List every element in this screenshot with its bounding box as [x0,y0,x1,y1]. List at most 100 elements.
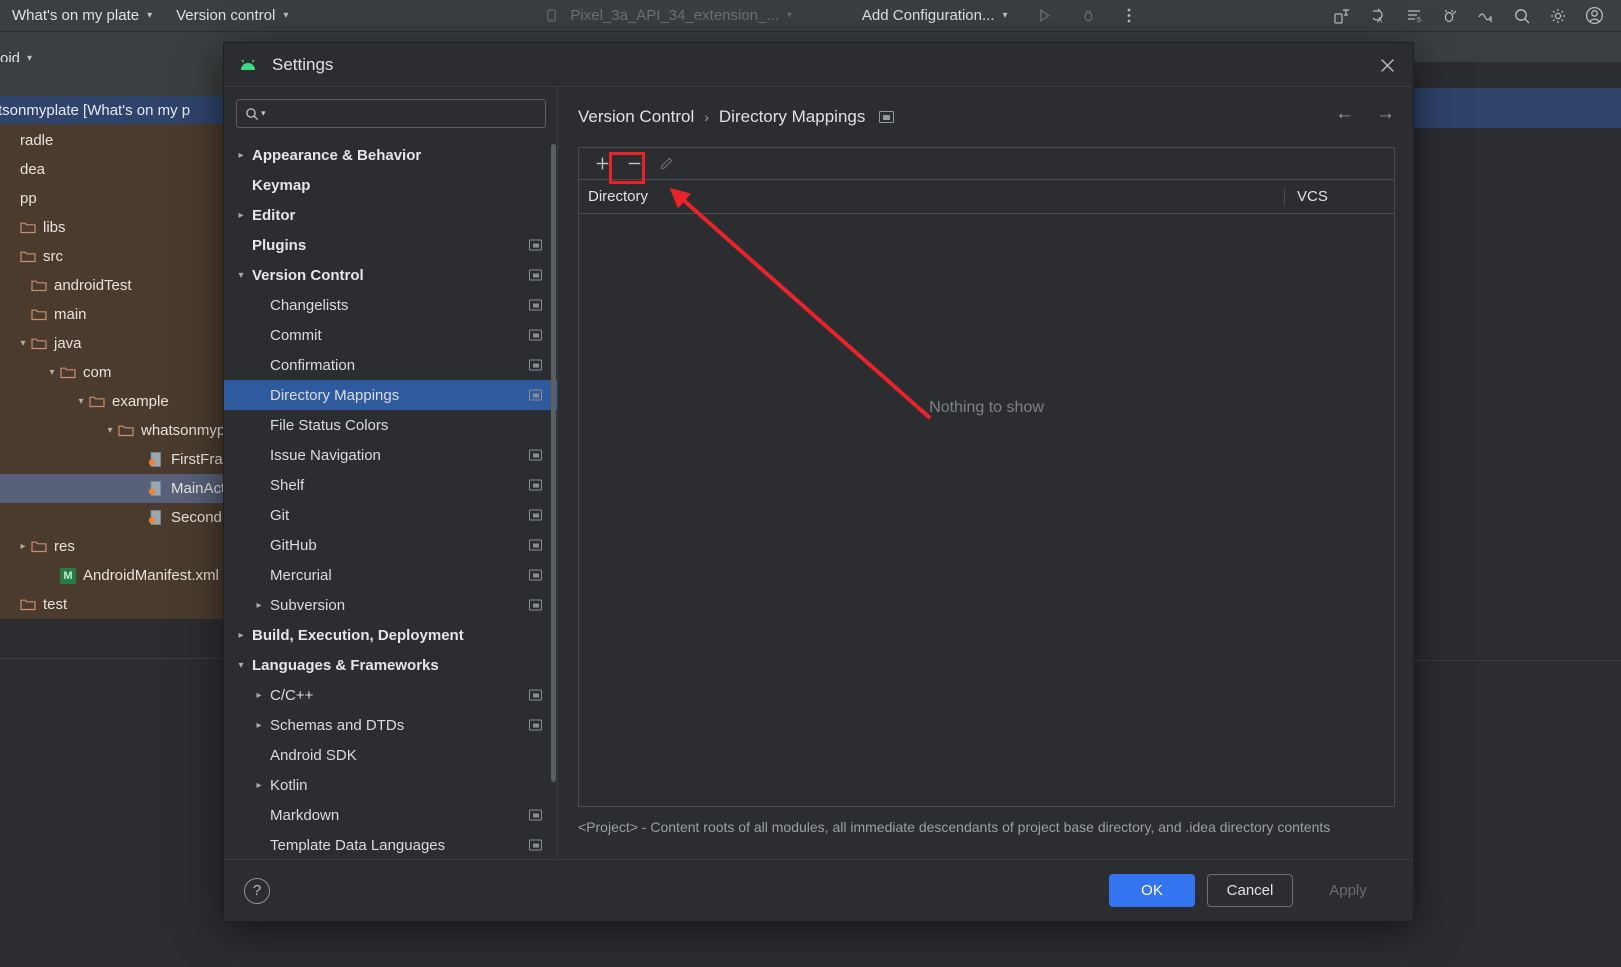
settings-tree-item[interactable]: • GitHub [224,530,558,560]
project-tree-row[interactable]: • src [0,242,230,271]
project-tree-row[interactable]: ▾ com [0,358,230,387]
chevron-down-icon[interactable]: ▾ [15,338,31,349]
editor-tab-active[interactable] [1408,88,1621,128]
notifications-icon[interactable]: 5 [1403,5,1425,27]
chevron-right-icon[interactable]: ▸ [15,541,31,552]
chevron-down-icon[interactable]: ▾ [102,425,118,436]
settings-tree-item[interactable]: ▸ Subversion [224,590,558,620]
project-tree-row[interactable]: ▾ example [0,387,230,416]
search-box[interactable]: ▾ [236,99,546,128]
code-with-me-icon[interactable]: A [1367,5,1389,27]
project-tree-row[interactable]: • libs [0,213,230,242]
settings-tree-item[interactable]: • Template Data Languages [224,830,558,859]
project-tree-row[interactable]: •dea [0,155,230,184]
device-manager-icon[interactable] [1331,5,1353,27]
column-header-directory[interactable]: Directory [579,188,1284,205]
settings-tree-item[interactable]: • Keymap [224,170,558,200]
settings-tree-item[interactable]: • File Status Colors [224,410,558,440]
project-tree-row[interactable]: •pp [0,184,230,213]
breadcrumb-root[interactable]: Version Control [578,107,694,127]
project-tree-row[interactable]: ▾ whatsonmypl [0,416,230,445]
settings-tree-item[interactable]: • Commit [224,320,558,350]
settings-tree-item[interactable]: • Android SDK [224,740,558,770]
run-configuration-selector[interactable]: Add Configuration... ▾ [850,0,1020,32]
project-tree-row[interactable]: •radle [0,126,230,155]
settings-tree-item[interactable]: ▸ Schemas and DTDs [224,710,558,740]
profiler-icon[interactable] [1475,5,1497,27]
debugger-icon[interactable] [1439,5,1461,27]
chevron-right-icon[interactable]: ▸ [252,690,266,701]
settings-tree-item[interactable]: • Confirmation [224,350,558,380]
project-tree-row[interactable]: •M AndroidManifest.xml [0,561,230,590]
device-selector[interactable]: Pixel_3a_API_34_extension_... ▾ [528,0,804,32]
chevron-right-icon[interactable]: ▸ [252,600,266,611]
search-dropdown-icon[interactable]: ▾ [261,108,266,119]
gear-icon[interactable] [1547,5,1569,27]
forward-arrow-icon[interactable]: → [1376,103,1395,125]
settings-tree-item[interactable]: • Shelf [224,470,558,500]
back-arrow-icon[interactable]: ← [1335,103,1354,125]
pencil-icon[interactable] [651,151,681,177]
svg-text:5: 5 [1417,17,1421,24]
settings-tree-item[interactable]: • Plugins [224,230,558,260]
project-tree-row[interactable]: • main [0,300,230,329]
more-vertical-icon[interactable] [1118,5,1140,27]
chevron-right-icon[interactable]: ▸ [252,780,266,791]
project-tree-row[interactable]: ▸ res [0,532,230,561]
project-file-tree[interactable]: •radle•dea•pp•libs•src•androidTest•main▾… [0,124,230,619]
settings-tree-item[interactable]: • Mercurial [224,560,558,590]
chevron-right-icon[interactable]: ▸ [234,210,248,221]
tree-spacer: • [44,570,60,581]
search-input[interactable] [269,104,537,123]
project-tree-row[interactable]: • SecondFra [0,503,230,532]
apply-button[interactable]: Apply [1305,874,1391,907]
cancel-button[interactable]: Cancel [1207,874,1293,907]
project-tree-row[interactable]: ▾ java [0,329,230,358]
chevron-down-icon[interactable]: ▾ [234,660,248,671]
settings-tree-item[interactable]: ▸ Appearance & Behavior [224,140,558,170]
manifest-file-icon: M [60,567,76,584]
run-icon[interactable] [1034,5,1056,27]
add-mapping-button[interactable] [587,151,617,177]
chevron-down-icon[interactable]: ▾ [44,367,60,378]
chevron-right-icon[interactable]: ▸ [234,150,248,161]
tree-spacer: • [4,164,20,175]
project-tree-label: com [83,364,112,381]
account-icon[interactable] [1583,5,1605,27]
settings-tree-item[interactable]: • Markdown [224,800,558,830]
version-control-menu[interactable]: Version control ▾ [164,0,300,32]
table-header: Directory VCS [579,180,1394,214]
settings-tree-item[interactable]: ▸ C/C++ [224,680,558,710]
project-tree-row[interactable]: • test [0,590,230,619]
chevron-down-icon[interactable]: ▾ [234,270,248,281]
remove-mapping-button[interactable] [619,151,649,177]
project-menu[interactable]: What's on my plate ▾ [0,0,164,32]
settings-tree-item[interactable]: ▾ Languages & Frameworks [224,650,558,680]
chevron-right-icon[interactable]: ▸ [234,630,248,641]
settings-tree-item[interactable]: • Changelists [224,290,558,320]
ok-button[interactable]: OK [1109,874,1195,907]
close-icon[interactable] [1377,55,1397,75]
project-tree-row-selected[interactable]: • MainActiv [0,474,230,503]
search-icon[interactable] [1511,5,1533,27]
settings-tree-item[interactable]: • Issue Navigation [224,440,558,470]
project-root-row[interactable]: tsonmyplate [What's on my p [0,96,230,124]
debug-icon[interactable] [1078,5,1100,27]
settings-tree-item[interactable]: • Git [224,500,558,530]
settings-tree-item-selected[interactable]: • Directory Mappings [224,380,558,410]
column-header-vcs[interactable]: VCS [1284,188,1394,205]
tree-spacer: • [4,135,20,146]
settings-tree[interactable]: ▸ Appearance & Behavior • Keymap ▸ Editor • Plu… [224,140,558,859]
project-tree-row[interactable]: • FirstFragn [0,445,230,474]
settings-tree-item-label: Confirmation [270,356,356,374]
settings-tree-item[interactable]: ▾ Version Control [224,260,558,290]
settings-tree-item[interactable]: ▸ Kotlin [224,770,558,800]
chevron-down-icon[interactable]: ▾ [73,396,89,407]
tree-spacer: • [131,454,147,465]
settings-tree-item[interactable]: ▸ Editor [224,200,558,230]
settings-tree-scrollbar[interactable] [551,144,556,782]
help-button[interactable]: ? [244,877,270,904]
settings-tree-item[interactable]: ▸ Build, Execution, Deployment [224,620,558,650]
chevron-right-icon[interactable]: ▸ [252,720,266,731]
project-tree-row[interactable]: • androidTest [0,271,230,300]
